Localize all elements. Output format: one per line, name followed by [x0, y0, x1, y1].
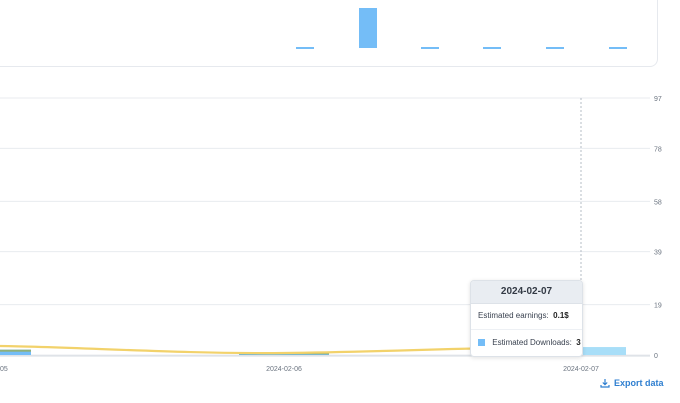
- tooltip-downloads-value: 3: [576, 338, 581, 347]
- tooltip-date: 2024-02-07: [471, 281, 582, 304]
- tooltip-downloads-row: Estimated Downloads: 3: [478, 338, 581, 347]
- y-tick-label: 58: [654, 199, 662, 206]
- downloads-bar-top-0: [0, 349, 31, 352]
- y-tick-label: 19: [654, 303, 662, 310]
- tooltip-divider: [471, 329, 582, 330]
- y-tick-label: 97: [654, 96, 662, 103]
- tooltip-downloads-label: Estimated Downloads:: [492, 338, 572, 347]
- downloads-legend-swatch: [478, 339, 485, 347]
- y-tick-label: 39: [654, 250, 662, 257]
- x-tick-label: 05: [0, 366, 8, 373]
- downloads-bar-2: [583, 347, 626, 355]
- export-data-label: Export data: [614, 378, 664, 388]
- download-icon: [600, 379, 610, 388]
- y-tick-label: 78: [654, 146, 662, 153]
- y-tick-label: 0: [654, 353, 658, 360]
- tooltip-earnings-value: 0.1$: [553, 311, 569, 320]
- x-tick-label: 2024-02-07: [563, 366, 599, 373]
- chart-tooltip: 2024-02-07 Estimated earnings: 0.1$ Esti…: [470, 280, 583, 357]
- tooltip-earnings-label: Estimated earnings:: [478, 311, 549, 320]
- export-data-button[interactable]: Export data: [600, 378, 664, 388]
- x-tick-label: 2024-02-06: [266, 366, 302, 373]
- tooltip-earnings-row: Estimated earnings: 0.1$: [478, 311, 569, 320]
